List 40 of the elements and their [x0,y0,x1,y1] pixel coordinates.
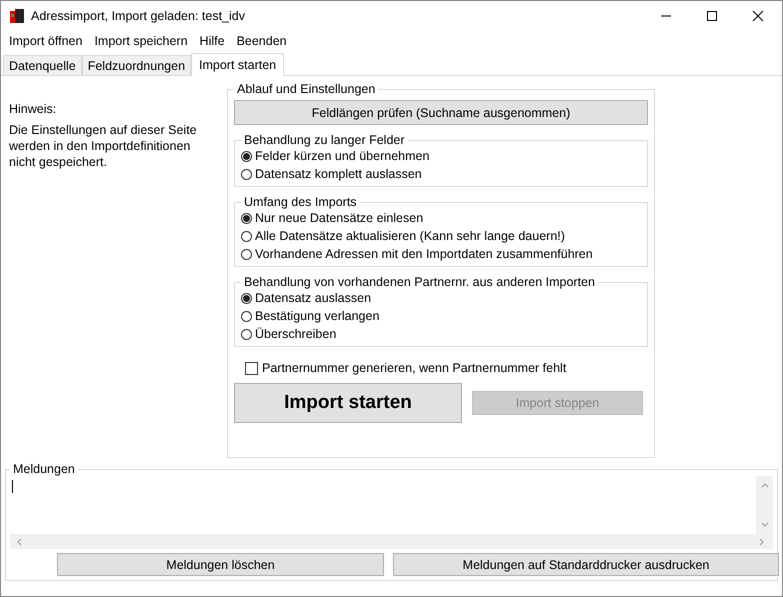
hint-text: Die Einstellungen auf dieser Seite werden in den Importdefinitionen nicht gespeichert. [9,122,198,170]
maximize-icon[interactable] [706,10,718,22]
radio-button[interactable] [241,328,252,340]
menu-item[interactable]: Hilfe [200,34,225,48]
radio-button[interactable] [241,310,252,322]
group-title: Meldungen [12,462,76,476]
radio-button[interactable] [241,212,252,224]
option-label[interactable]: Alle Datensätze aktualisieren (Kann sehr lange dauern!) [255,229,565,243]
hint-title: Hinweis: [9,102,56,116]
start-import-button[interactable]: Import starten [234,383,462,423]
window-title: Adressimport, Import geladen: test_idv [31,9,245,23]
radio-button[interactable] [241,168,252,180]
tab[interactable]: Import starten [191,53,284,76]
check-lengths-button[interactable]: Feldlängen prüfen (Suchname ausgenommen) [234,100,648,125]
group-title: Umfang des Imports [243,195,358,209]
app-icon [9,8,25,24]
close-icon[interactable] [752,10,764,22]
tab[interactable]: Feldzuordnungen [82,55,192,75]
radio-button[interactable] [241,248,252,260]
checkbox[interactable] [245,362,258,374]
option-label[interactable]: Datensatz auslassen [255,291,372,305]
group-title: Behandlung zu langer Felder [243,133,406,147]
tab[interactable]: Datenquelle [3,55,82,75]
option-label[interactable]: Nur neue Datensätze einlesen [255,211,424,225]
checkbox-label[interactable]: Partnernummer generieren, wenn Partnernummer fehlt [262,361,566,375]
option-label[interactable]: Bestätigung verlangen [255,309,380,323]
group-title: Ablauf und Einstellungen [236,82,376,96]
menu-item[interactable]: Import speichern [94,34,188,48]
menu-item[interactable]: Import öffnen [9,34,82,48]
radio-button[interactable] [241,150,252,162]
option-label[interactable]: Datensatz komplett auslassen [255,167,422,181]
option-label[interactable]: Vorhandene Adressen mit den Importdaten zusammenführen [255,247,593,261]
messages-button[interactable]: Meldungen auf Standarddrucker ausdrucken [393,553,779,576]
menu-item[interactable]: Beenden [236,34,287,48]
option-label[interactable]: Felder kürzen und übernehmen [255,149,430,163]
option-label[interactable]: Überschreiben [255,327,336,341]
group-title: Behandlung von vorhandenen Partnernr. aus anderen Importen [243,275,596,289]
radio-button[interactable] [241,230,252,242]
messages-button[interactable]: Meldungen löschen [57,553,384,576]
radio-button[interactable] [241,292,252,304]
